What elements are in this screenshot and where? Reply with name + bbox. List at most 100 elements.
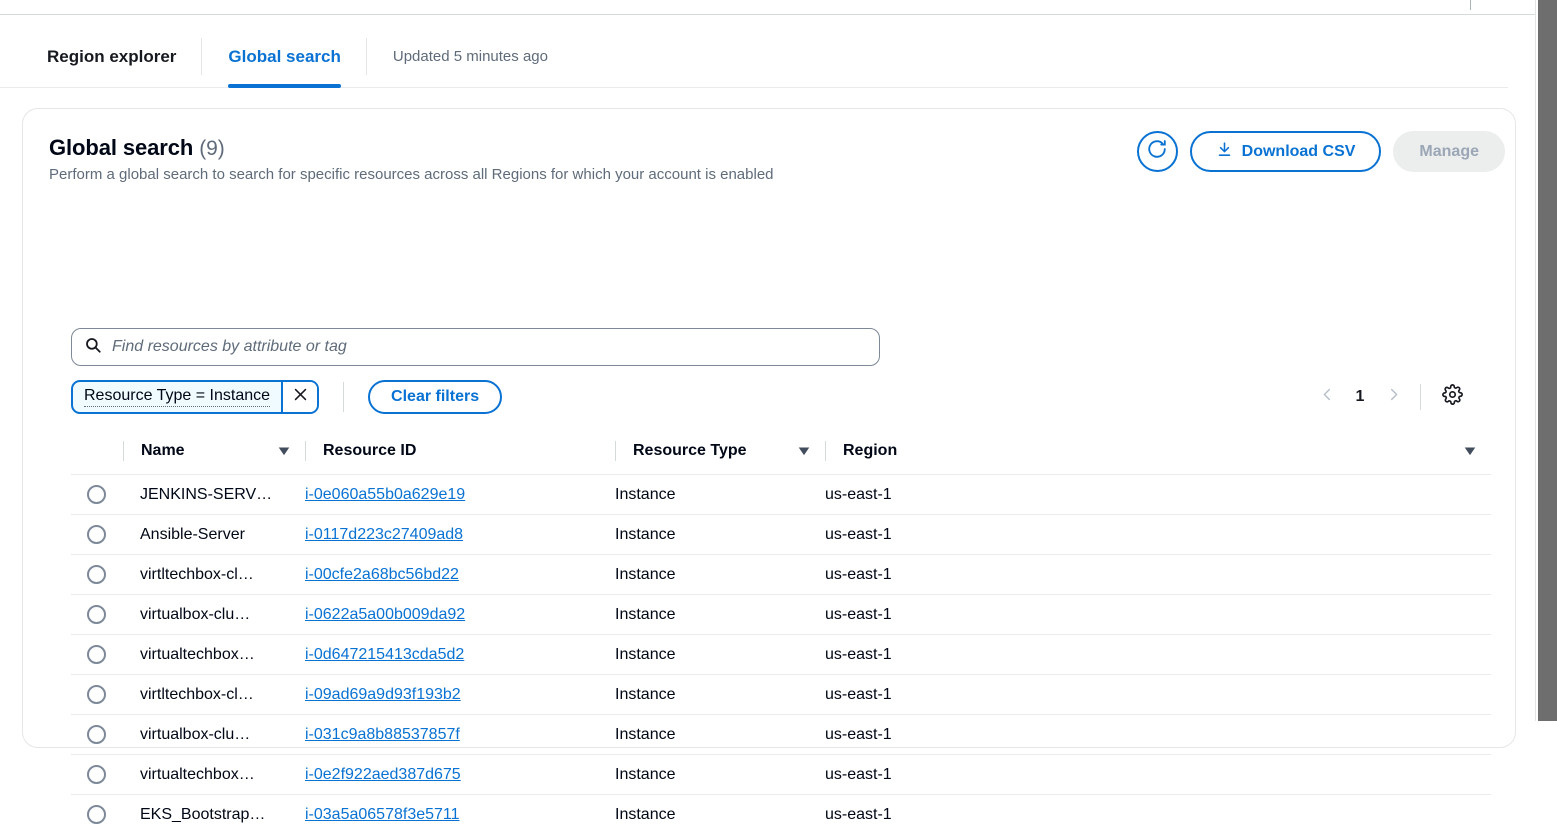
row-select-cell: [71, 675, 123, 715]
column-header-name[interactable]: Name: [123, 435, 305, 475]
cell-name: JENKINS-SERV…: [123, 475, 305, 515]
row-radio-button[interactable]: [87, 805, 106, 824]
tab-region-explorer-label: Region explorer: [47, 47, 176, 67]
pagination-next-button[interactable]: [1378, 382, 1408, 412]
resource-name-text: virtualtechbox…: [140, 766, 255, 784]
cell-name: virtltechbox-cl…: [123, 675, 305, 715]
row-radio-button[interactable]: [87, 685, 106, 704]
filter-chip-label: Resource Type = Instance: [73, 382, 281, 412]
row-radio-button[interactable]: [87, 565, 106, 584]
row-select-cell: [71, 635, 123, 675]
top-tick-mark: [1470, 0, 1471, 10]
column-header-resource-type-label: Resource Type: [633, 442, 747, 460]
download-csv-button[interactable]: Download CSV: [1190, 131, 1382, 172]
table-row[interactable]: virtualtechbox… i-0e2f922aed387d675 Instan…: [71, 755, 1491, 795]
column-header-resource-type[interactable]: Resource Type: [615, 435, 825, 475]
row-select-cell: [71, 795, 123, 834]
refresh-icon: [1146, 138, 1168, 165]
column-header-region-label: Region: [843, 442, 897, 460]
tab-global-search[interactable]: Global search: [202, 26, 366, 87]
search-input[interactable]: [112, 338, 867, 356]
resource-id-link[interactable]: i-00cfe2a68bc56bd22: [305, 566, 459, 583]
cell-resource-id: i-0117d223c27409ad8: [305, 515, 615, 555]
cell-resource-type: Instance: [615, 555, 825, 595]
row-radio-button[interactable]: [87, 525, 106, 544]
table-row[interactable]: virtualbox-clu… i-0622a5a00b009da92 Instan…: [71, 595, 1491, 635]
sort-descending-icon[interactable]: [797, 444, 825, 458]
manage-button[interactable]: Manage: [1393, 131, 1505, 172]
table-row[interactable]: virtualtechbox…i-0d647215413cda5d2 Instan…: [71, 635, 1491, 675]
tab-divider: [366, 38, 367, 75]
resource-name-text: EKS_Bootstrap…: [140, 806, 265, 824]
filter-divider: [343, 382, 344, 412]
cell-resource-type: Instance: [615, 675, 825, 715]
row-radio-button[interactable]: [87, 605, 106, 624]
resource-id-link[interactable]: i-09ad69a9d93f193b2: [305, 686, 461, 703]
cell-resource-type: Instance: [615, 595, 825, 635]
cell-region: us-east-1: [825, 515, 1491, 555]
row-radio-button[interactable]: [87, 765, 106, 784]
cell-resource-id: i-03a5a06578f3e5711: [305, 795, 615, 834]
cell-name: virtualtechbox…: [123, 755, 305, 795]
cell-name: virtualtechbox…: [123, 635, 305, 675]
search-row: [71, 328, 880, 366]
sort-descending-icon[interactable]: [277, 444, 305, 458]
updated-status: Updated 5 minutes ago: [367, 26, 574, 87]
page-title-text: Global search: [49, 135, 193, 160]
manage-label: Manage: [1419, 143, 1479, 161]
pagination-page-1[interactable]: 1: [1346, 388, 1374, 406]
row-radio-button[interactable]: [87, 645, 106, 664]
resource-id-link[interactable]: i-03a5a06578f3e5711: [305, 806, 460, 823]
cell-resource-type: Instance: [615, 755, 825, 795]
cell-resource-type: Instance: [615, 635, 825, 675]
table-row[interactable]: virtltechbox-cl… i-00cfe2a68bc56bd22 Insta…: [71, 555, 1491, 595]
page-scrollbar[interactable]: [1538, 0, 1557, 721]
pagination-prev-button[interactable]: [1312, 382, 1342, 412]
table-row[interactable]: EKS_Bootstrap…i-03a5a06578f3e5711Instanc…: [71, 795, 1491, 834]
filter-chip-text: Resource Type = Instance: [84, 387, 270, 407]
gear-icon: [1442, 384, 1463, 410]
result-count: (9): [199, 137, 224, 160]
table-row[interactable]: JENKINS-SERV…i-0e060a55b0a629e19Instance…: [71, 475, 1491, 515]
chevron-right-icon: [1386, 387, 1401, 407]
resource-name-text: virtualbox-clu…: [140, 606, 250, 624]
cell-region: us-east-1: [825, 755, 1491, 795]
pagination: 1: [1312, 382, 1467, 412]
filter-chip-resource-type[interactable]: Resource Type = Instance: [71, 380, 319, 414]
cell-resource-type: Instance: [615, 515, 825, 555]
active-tab-underline: [228, 84, 340, 88]
row-select-cell: [71, 475, 123, 515]
cell-region: us-east-1: [825, 675, 1491, 715]
row-select-cell: [71, 755, 123, 795]
row-radio-button[interactable]: [87, 725, 106, 744]
refresh-button[interactable]: [1137, 131, 1178, 172]
resource-id-link[interactable]: i-0e060a55b0a629e19: [305, 486, 465, 503]
column-header-resource-id[interactable]: Resource ID: [305, 435, 615, 475]
resource-id-link[interactable]: i-0e2f922aed387d675: [305, 766, 461, 783]
resource-id-link[interactable]: i-0622a5a00b009da92: [305, 606, 465, 623]
sort-descending-icon[interactable]: [1463, 444, 1491, 458]
column-header-region[interactable]: Region: [825, 435, 1491, 475]
cell-region: us-east-1: [825, 595, 1491, 635]
cell-resource-id: i-0e060a55b0a629e19: [305, 475, 615, 515]
resource-id-link[interactable]: i-031c9a8b88537857f: [305, 726, 460, 743]
search-box[interactable]: [71, 328, 880, 366]
panel-header: Global search (9) Perform a global searc…: [23, 109, 1515, 193]
clear-filters-button[interactable]: Clear filters: [368, 380, 502, 414]
row-radio-button[interactable]: [87, 485, 106, 504]
resource-id-link[interactable]: i-0d647215413cda5d2: [305, 646, 464, 663]
resource-id-link[interactable]: i-0117d223c27409ad8: [305, 526, 463, 543]
table-row[interactable]: virtltechbox-cl…i-09ad69a9d93f193b2 Insta…: [71, 675, 1491, 715]
table-preferences-button[interactable]: [1437, 382, 1467, 412]
cell-region: us-east-1: [825, 475, 1491, 515]
resource-name-text: virtltechbox-cl…: [140, 566, 254, 584]
table-body: JENKINS-SERV…i-0e060a55b0a629e19 Instance…: [71, 475, 1491, 834]
pagination-divider: [1420, 384, 1421, 410]
chevron-left-icon: [1320, 387, 1335, 407]
tab-region-explorer[interactable]: Region explorer: [0, 26, 202, 87]
cell-region: us-east-1: [825, 555, 1491, 595]
filter-chip-remove-button[interactable]: [281, 382, 317, 412]
download-icon: [1216, 141, 1233, 163]
table-row[interactable]: Ansible-Serveri-0117d223c27409ad8 Instanc…: [71, 515, 1491, 555]
cell-name: Ansible-Server: [123, 515, 305, 555]
